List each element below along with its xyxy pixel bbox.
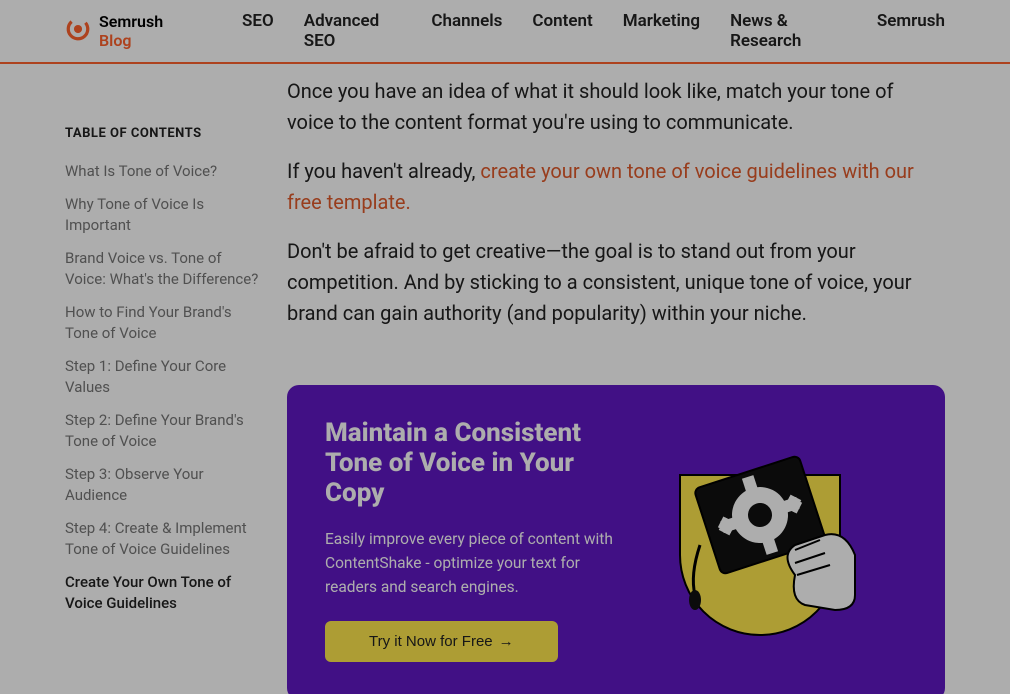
- top-header: Semrush Blog SEO Advanced SEO Channels C…: [0, 0, 1010, 64]
- toc-item[interactable]: Step 3: Observe Your Audience: [65, 464, 265, 506]
- nav-item-news-research[interactable]: News & Research: [730, 11, 847, 51]
- arrow-right-icon: →: [499, 633, 514, 650]
- try-free-button[interactable]: Try it Now for Free →: [325, 621, 558, 662]
- main-nav: SEO Advanced SEO Channels Content Market…: [242, 11, 945, 51]
- nav-item-marketing[interactable]: Marketing: [623, 11, 700, 51]
- toc-item[interactable]: Step 4: Create & Implement Tone of Voice…: [65, 518, 265, 560]
- article-main: Once you have an idea of what it should …: [265, 64, 945, 694]
- promo-illustration: [645, 435, 875, 645]
- nav-item-channels[interactable]: Channels: [431, 11, 502, 51]
- toc-item[interactable]: What Is Tone of Voice?: [65, 161, 265, 182]
- toc-item[interactable]: Step 2: Define Your Brand's Tone of Voic…: [65, 410, 265, 452]
- page-body: TABLE OF CONTENTS What Is Tone of Voice?…: [0, 64, 1010, 694]
- semrush-swirl-icon: [65, 16, 91, 46]
- article-paragraph: Once you have an idea of what it should …: [287, 76, 945, 138]
- promo-title: Maintain a Consistent Tone of Voice in Y…: [325, 419, 625, 509]
- toc-list: What Is Tone of Voice? Why Tone of Voice…: [65, 161, 265, 614]
- brand-logo[interactable]: Semrush Blog: [65, 12, 194, 50]
- button-label: Try it Now for Free: [369, 633, 493, 650]
- promo-text-block: Maintain a Consistent Tone of Voice in Y…: [325, 419, 625, 662]
- nav-item-content[interactable]: Content: [532, 11, 592, 51]
- toc-item[interactable]: Why Tone of Voice Is Important: [65, 194, 265, 236]
- toc-item[interactable]: Brand Voice vs. Tone of Voice: What's th…: [65, 248, 265, 290]
- nav-item-seo[interactable]: SEO: [242, 11, 274, 51]
- paragraph-text: If you haven't already,: [287, 159, 480, 183]
- brand-accent: Blog: [99, 31, 131, 50]
- nav-item-advanced-seo[interactable]: Advanced SEO: [304, 11, 402, 51]
- article-paragraph: Don't be afraid to get creative—the goal…: [287, 236, 945, 329]
- promo-body: Easily improve every piece of content wi…: [325, 527, 625, 599]
- brand-name: Semrush: [99, 12, 163, 31]
- hand-icon: [788, 535, 856, 611]
- article-body: Once you have an idea of what it should …: [287, 76, 945, 329]
- toc-heading: TABLE OF CONTENTS: [65, 126, 265, 141]
- toc-item-active[interactable]: Create Your Own Tone of Voice Guidelines: [65, 572, 265, 614]
- nav-item-semrush[interactable]: Semrush: [877, 11, 945, 51]
- toc-item[interactable]: How to Find Your Brand's Tone of Voice: [65, 302, 265, 344]
- toc-item[interactable]: Step 1: Define Your Core Values: [65, 356, 265, 398]
- article-paragraph: If you haven't already, create your own …: [287, 156, 945, 218]
- promo-card: Maintain a Consistent Tone of Voice in Y…: [287, 385, 945, 694]
- table-of-contents: TABLE OF CONTENTS What Is Tone of Voice?…: [65, 64, 265, 694]
